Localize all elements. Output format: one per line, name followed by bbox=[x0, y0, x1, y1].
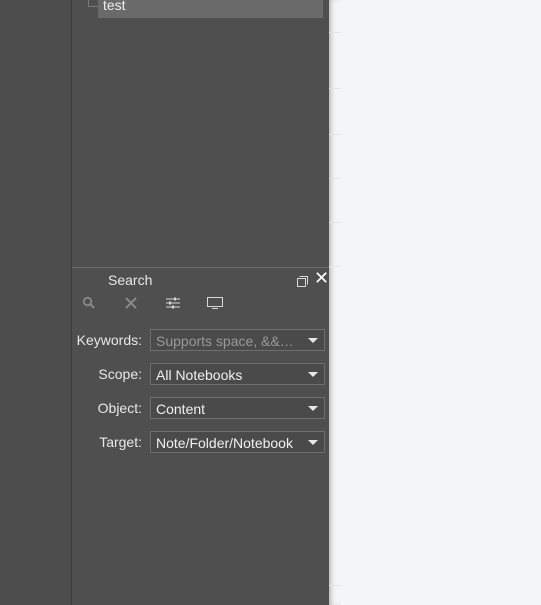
tree-item-label[interactable]: test bbox=[103, 0, 126, 13]
chevron-down-icon[interactable] bbox=[308, 338, 318, 343]
divider-tick bbox=[329, 222, 341, 223]
keywords-label: Keywords: bbox=[76, 332, 142, 348]
scope-value[interactable]: All Notebooks bbox=[156, 367, 296, 383]
float-window-icon[interactable] bbox=[297, 274, 308, 287]
divider-tick bbox=[329, 88, 341, 89]
divider-tick bbox=[329, 585, 341, 586]
target-select[interactable]: Note/Folder/Notebook bbox=[150, 431, 325, 453]
divider-tick bbox=[329, 178, 341, 179]
search-dock-title: Search bbox=[108, 272, 153, 288]
notes-panel: test Search ✕ Keywords: Supports space, … bbox=[72, 0, 329, 605]
keywords-placeholder[interactable]: Supports space, &&… bbox=[156, 333, 296, 349]
object-select[interactable]: Content bbox=[150, 397, 325, 419]
divider-tick bbox=[329, 32, 341, 33]
search-icon[interactable] bbox=[78, 294, 100, 312]
tree-item-test[interactable] bbox=[98, 0, 323, 18]
target-label: Target: bbox=[99, 434, 142, 450]
chevron-down-icon[interactable] bbox=[308, 440, 318, 445]
left-sidebar-strip bbox=[0, 0, 72, 605]
clear-icon[interactable] bbox=[120, 294, 142, 312]
divider-tick bbox=[329, 266, 341, 267]
close-icon[interactable]: ✕ bbox=[314, 269, 329, 287]
chevron-down-icon[interactable] bbox=[308, 406, 318, 411]
divider-tick bbox=[329, 134, 341, 135]
console-icon[interactable] bbox=[204, 294, 226, 312]
advanced-settings-icon[interactable] bbox=[162, 294, 184, 312]
keywords-combo[interactable]: Supports space, &&… bbox=[150, 329, 325, 351]
scope-select[interactable]: All Notebooks bbox=[150, 363, 325, 385]
editor-edge bbox=[329, 0, 341, 605]
chevron-down-icon[interactable] bbox=[308, 372, 318, 377]
note-tree: test bbox=[72, 0, 329, 267]
object-value[interactable]: Content bbox=[156, 401, 296, 417]
scope-label: Scope: bbox=[98, 366, 142, 382]
dock-separator bbox=[72, 267, 329, 268]
target-value[interactable]: Note/Folder/Notebook bbox=[156, 435, 306, 451]
object-label: Object: bbox=[97, 400, 142, 416]
